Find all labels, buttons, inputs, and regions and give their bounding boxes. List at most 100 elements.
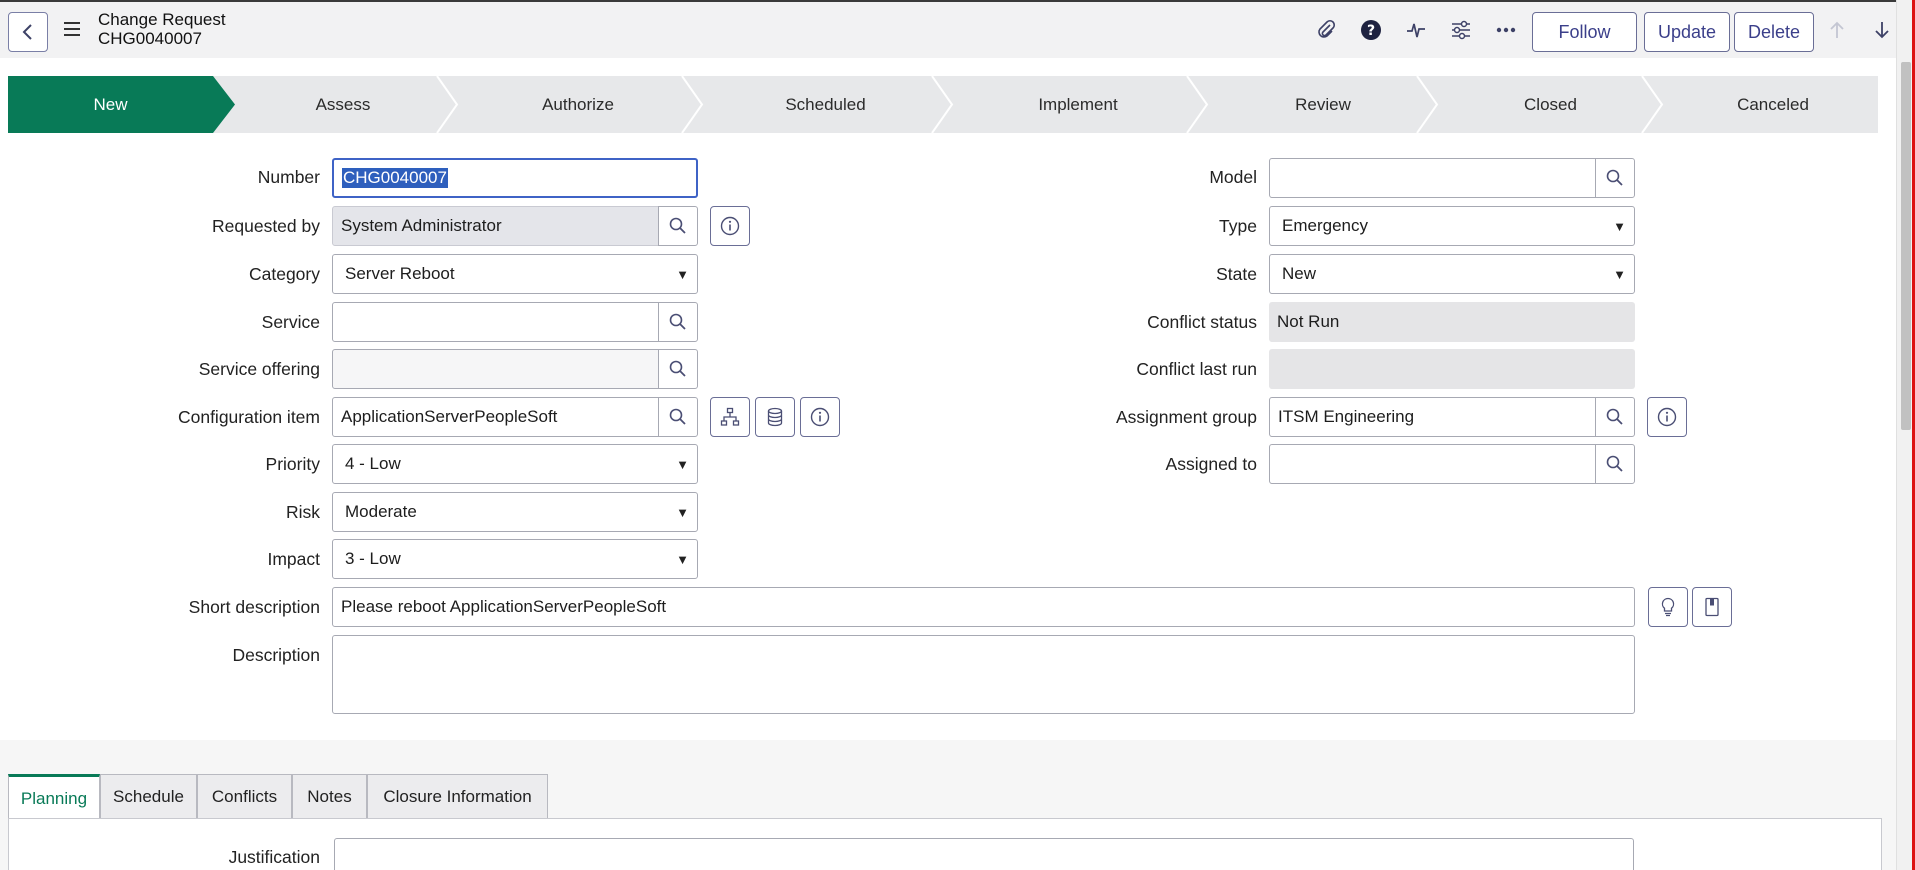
configuration-item-field[interactable]: ApplicationServerPeopleSoft	[332, 397, 660, 437]
requested-by-label: Requested by	[212, 216, 320, 236]
type-select[interactable]: Emergency ▼	[1269, 206, 1635, 246]
description-label: Description	[232, 645, 320, 665]
follow-button[interactable]: Follow	[1532, 12, 1637, 52]
flow-step-scheduled: Scheduled	[785, 94, 866, 114]
form-header: Change Request CHG0040007 ? Follow Updat…	[0, 0, 1900, 58]
configuration-item-lookup-button[interactable]	[658, 397, 698, 437]
category-select[interactable]: Server Reboot ▼	[332, 254, 698, 294]
scrollbar-thumb[interactable]	[1901, 62, 1911, 430]
flow-separator	[681, 76, 704, 133]
menu-icon[interactable]	[64, 22, 80, 36]
category-label: Category	[248, 264, 320, 284]
chevron-down-icon: ▼	[676, 504, 689, 520]
lightbulb-icon	[1661, 597, 1675, 617]
assignment-group-label: Assignment group	[1115, 407, 1257, 427]
type-value: Emergency	[1282, 216, 1368, 235]
model-label: Model	[1209, 167, 1257, 187]
assigned-to-lookup-button[interactable]	[1595, 444, 1635, 484]
number-value: CHG0040007	[342, 168, 448, 188]
category-value: Server Reboot	[345, 264, 455, 283]
service-offering-label: Service offering	[198, 359, 320, 379]
search-icon	[1606, 169, 1623, 186]
help-icon[interactable]: ?	[1357, 16, 1385, 44]
conflict-last-run-field	[1269, 349, 1635, 389]
justification-textarea[interactable]	[334, 838, 1634, 870]
state-value: New	[1282, 264, 1317, 283]
hierarchy-icon	[720, 407, 740, 426]
requested-by-field[interactable]: System Administrator	[332, 206, 660, 246]
book-icon	[1705, 597, 1719, 617]
risk-label: Risk	[285, 502, 320, 522]
arrow-down-icon[interactable]	[1868, 16, 1896, 44]
number-field[interactable]: CHG0040007	[332, 158, 698, 198]
delete-button[interactable]: Delete	[1734, 12, 1814, 52]
assignment-group-field[interactable]: ITSM Engineering	[1269, 397, 1597, 437]
model-lookup-button[interactable]	[1595, 158, 1635, 198]
impact-label: Impact	[267, 549, 320, 569]
template-book-button[interactable]	[1692, 587, 1732, 627]
tab-schedule[interactable]: Schedule	[100, 774, 197, 818]
settings-sliders-icon[interactable]	[1447, 16, 1475, 44]
ci-info-button[interactable]	[800, 397, 840, 437]
chevron-down-icon: ▼	[1613, 266, 1626, 282]
flow-separator	[1416, 76, 1439, 133]
record-type: Change Request	[98, 10, 226, 29]
update-button[interactable]: Update	[1644, 12, 1730, 52]
short-description-field[interactable]: Please reboot ApplicationServerPeopleSof…	[332, 587, 1635, 627]
configuration-item-label: Configuration item	[177, 407, 320, 427]
service-offering-field[interactable]	[332, 349, 660, 389]
flow-step-implement: Implement	[1038, 94, 1118, 114]
flow-step-authorize: Authorize	[542, 94, 614, 114]
type-label: Type	[1219, 216, 1257, 236]
model-field[interactable]	[1269, 158, 1597, 198]
search-icon	[669, 360, 686, 377]
flow-separator	[931, 76, 954, 133]
risk-select[interactable]: Moderate ▼	[332, 492, 698, 532]
database-icon	[767, 407, 783, 427]
service-offering-lookup-button[interactable]	[658, 349, 698, 389]
impact-select[interactable]: 3 - Low ▼	[332, 539, 698, 579]
state-label: State	[1216, 264, 1257, 284]
search-icon	[669, 217, 686, 234]
assigned-to-label: Assigned to	[1165, 454, 1257, 474]
requested-by-info-button[interactable]	[710, 206, 750, 246]
chevron-down-icon: ▼	[676, 266, 689, 282]
flow-step-canceled: Canceled	[1737, 94, 1809, 114]
tab-planning[interactable]: Planning	[8, 774, 100, 820]
ci-dependency-map-button[interactable]	[710, 397, 750, 437]
tab-notes[interactable]: Notes	[292, 774, 367, 818]
service-lookup-button[interactable]	[658, 302, 698, 342]
description-textarea[interactable]	[332, 635, 1635, 714]
conflict-status-label: Conflict status	[1147, 312, 1257, 332]
activity-icon[interactable]	[1402, 16, 1430, 44]
chevron-left-icon	[22, 24, 32, 40]
search-icon	[669, 408, 686, 425]
service-field[interactable]	[332, 302, 660, 342]
assignment-group-info-button[interactable]	[1647, 397, 1687, 437]
flow-separator	[1186, 76, 1209, 133]
conflict-last-run-label: Conflict last run	[1136, 359, 1257, 379]
suggestion-button[interactable]	[1648, 587, 1688, 627]
tab-closure-information[interactable]: Closure Information	[367, 774, 548, 818]
short-description-label: Short description	[188, 597, 320, 617]
requested-by-lookup-button[interactable]	[658, 206, 698, 246]
chevron-down-icon: ▼	[676, 456, 689, 472]
tab-conflicts[interactable]: Conflicts	[197, 774, 292, 818]
flow-step-new: New	[8, 76, 213, 133]
priority-value: 4 - Low	[345, 454, 401, 473]
back-button[interactable]	[8, 12, 48, 52]
process-flow: New Assess Authorize Scheduled Implement…	[8, 76, 1878, 133]
assignment-group-lookup-button[interactable]	[1595, 397, 1635, 437]
chevron-down-icon: ▼	[676, 551, 689, 567]
info-icon	[1657, 407, 1677, 427]
paperclip-icon[interactable]	[1312, 16, 1340, 44]
record-title: Change Request CHG0040007	[98, 10, 226, 48]
conflict-status-field: Not Run	[1269, 302, 1635, 342]
arrow-up-icon[interactable]	[1823, 16, 1851, 44]
priority-select[interactable]: 4 - Low ▼	[332, 444, 698, 484]
ci-database-button[interactable]	[755, 397, 795, 437]
more-options-icon[interactable]	[1492, 16, 1520, 44]
assigned-to-field[interactable]	[1269, 444, 1597, 484]
chevron-down-icon: ▼	[1613, 218, 1626, 234]
state-select[interactable]: New ▼	[1269, 254, 1635, 294]
